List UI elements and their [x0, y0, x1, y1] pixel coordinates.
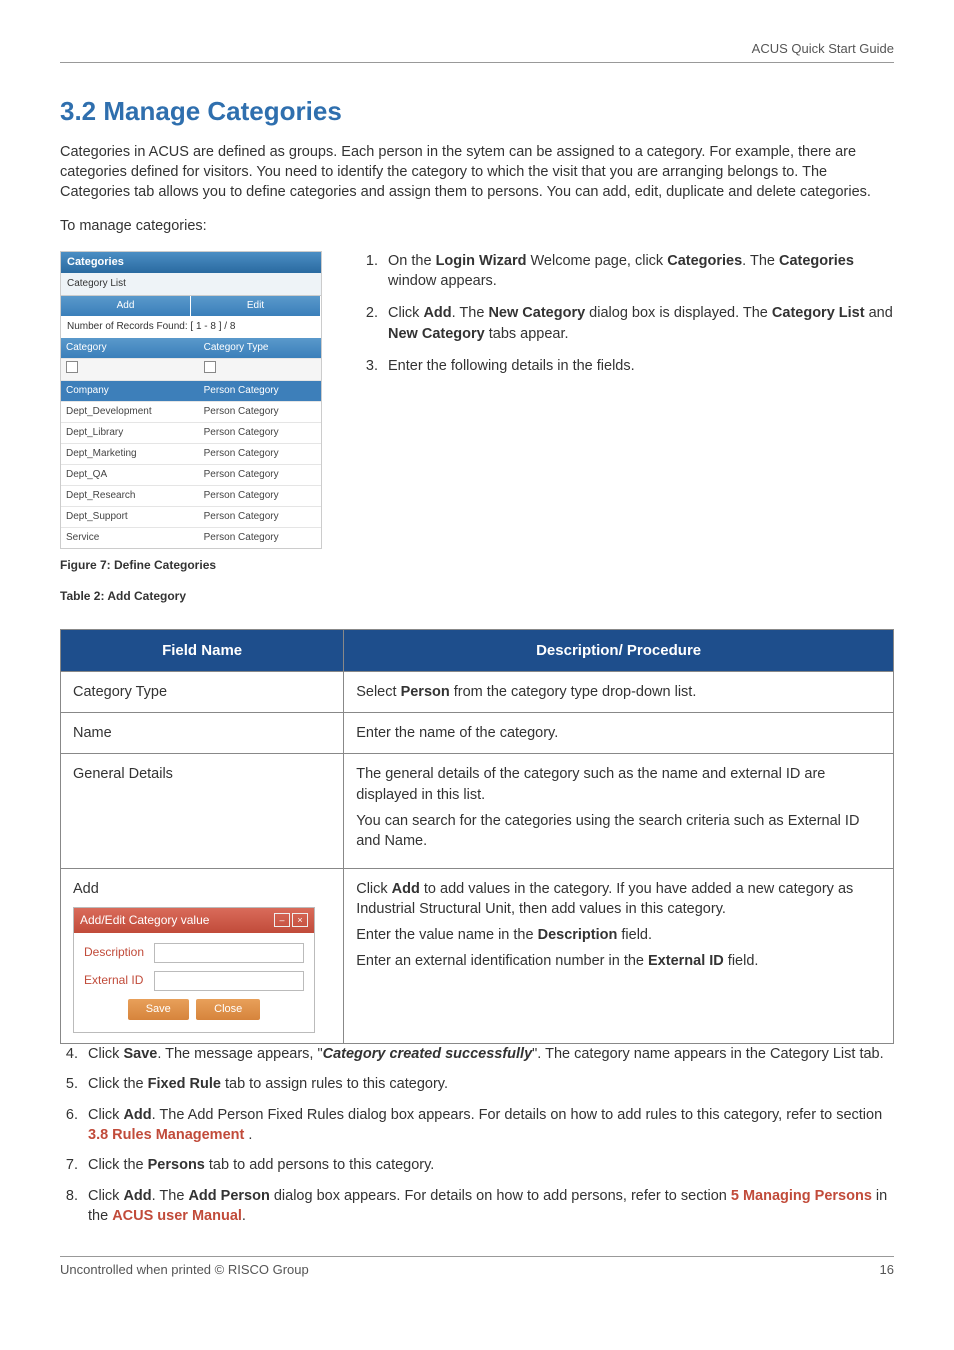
table-row: Dept_SupportPerson Category: [61, 507, 321, 528]
section-title: 3.2 Manage Categories: [60, 93, 894, 129]
table-row: CompanyPerson Category: [61, 381, 321, 402]
link-rules-management[interactable]: 3.8 Rules Management: [88, 1127, 244, 1143]
records-count: Number of Records Found: [ 1 - 8 ] / 8: [61, 316, 321, 338]
steps-list-b: Click Save. The message appears, "Catego…: [60, 1044, 894, 1226]
link-managing-persons[interactable]: 5 Managing Persons: [731, 1188, 872, 1204]
step-2: Click Add. The New Category dialog box i…: [382, 303, 894, 344]
step-7: Click the Persons tab to add persons to …: [82, 1155, 894, 1175]
toolbar-edit: Edit: [191, 296, 321, 316]
panel-close-button[interactable]: Close: [196, 999, 260, 1020]
close-icon: ×: [292, 913, 308, 927]
table-row: Dept_MarketingPerson Category: [61, 444, 321, 465]
col-category-type: Category Type: [199, 338, 321, 359]
add-edit-panel: Add/Edit Category value – × Description …: [73, 907, 315, 1033]
panel-save-button[interactable]: Save: [128, 999, 189, 1020]
page-footer: Uncontrolled when printed © RISCO Group …: [60, 1256, 894, 1279]
footer-left: Uncontrolled when printed © RISCO Group: [60, 1261, 309, 1279]
table-row: Dept_LibraryPerson Category: [61, 423, 321, 444]
step-5: Click the Fixed Rule tab to assign rules…: [82, 1074, 894, 1094]
input-external-id[interactable]: [154, 971, 304, 991]
label-description: Description: [84, 944, 154, 961]
step-1: On the Login Wizard Welcome page, click …: [382, 251, 894, 292]
toolbar-add: Add: [61, 296, 191, 316]
table-caption: Table 2: Add Category: [60, 588, 330, 605]
intro-paragraph: Categories in ACUS are defined as groups…: [60, 142, 894, 203]
table-row: Add Add/Edit Category value – × Descript…: [61, 868, 894, 1043]
figure-caption: Figure 7: Define Categories: [60, 557, 330, 574]
window-title: Categories: [61, 252, 321, 273]
input-description[interactable]: [154, 943, 304, 963]
panel-title: Add/Edit Category value: [80, 912, 209, 929]
step-8: Click Add. The Add Person dialog box app…: [82, 1186, 894, 1227]
table-row: Dept_ResearchPerson Category: [61, 486, 321, 507]
th-field-name: Field Name: [61, 629, 344, 671]
filter-row: [61, 359, 321, 381]
tab-category-list: Category List: [61, 273, 321, 296]
minimize-icon: –: [274, 913, 290, 927]
lead-paragraph: To manage categories:: [60, 216, 894, 236]
page-header: ACUS Quick Start Guide: [60, 40, 894, 63]
field-table: Field Name Description/ Procedure Catego…: [60, 629, 894, 1044]
table-row: ServicePerson Category: [61, 528, 321, 549]
table-row: General Details The general details of t…: [61, 754, 894, 868]
table-row: Category Type Select Person from the cat…: [61, 671, 894, 712]
steps-list-a: On the Login Wizard Welcome page, click …: [360, 251, 894, 376]
categories-screenshot: Categories Category List Add Edit Number…: [60, 251, 322, 549]
footer-page-number: 16: [880, 1261, 894, 1279]
table-row: Dept_DevelopmentPerson Category: [61, 402, 321, 423]
step-3: Enter the following details in the field…: [382, 356, 894, 376]
link-acus-user-manual[interactable]: ACUS user Manual: [112, 1208, 242, 1224]
table-row: Dept_QAPerson Category: [61, 465, 321, 486]
step-4: Click Save. The message appears, "Catego…: [82, 1044, 894, 1064]
table-row: Name Enter the name of the category.: [61, 713, 894, 754]
label-external-id: External ID: [84, 972, 154, 989]
col-category: Category: [61, 338, 199, 359]
th-description: Description/ Procedure: [344, 629, 894, 671]
step-6: Click Add. The Add Person Fixed Rules di…: [82, 1105, 894, 1146]
